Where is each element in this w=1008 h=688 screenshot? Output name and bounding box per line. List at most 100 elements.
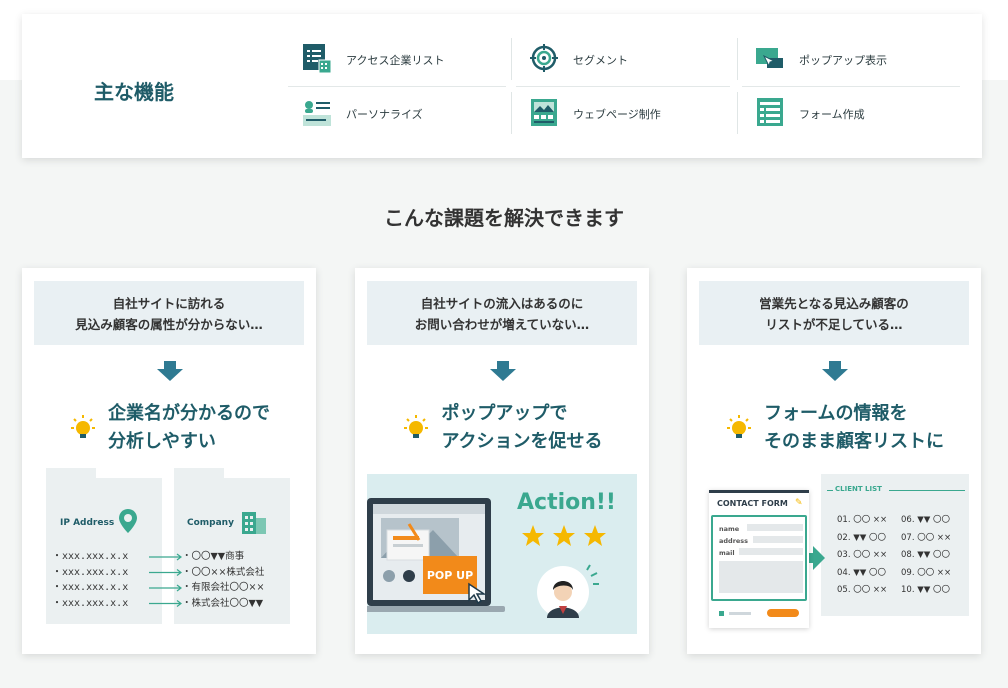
feature-label: アクセス企業リスト	[346, 54, 445, 67]
stars-icon	[522, 525, 606, 546]
webpage-icon	[529, 96, 559, 132]
client-item: 03. 〇〇 ××	[837, 550, 888, 560]
client-item: 02. ▼▼ 〇〇	[837, 532, 886, 543]
features-title: 主な機能	[94, 80, 174, 104]
feature-popup: ポップアップ表示	[755, 40, 887, 80]
feature-form: フォーム作成	[755, 94, 865, 134]
divider	[511, 38, 512, 80]
popup-icon	[755, 42, 785, 78]
lightbulb-icon	[71, 415, 95, 438]
profile-card-icon	[302, 96, 332, 132]
client-item: 04. ▼▼ 〇〇	[837, 567, 886, 578]
ip-item: ・xxx.xxx.x.x	[52, 597, 129, 609]
problem-text: 自社サイトに訪れる	[112, 296, 226, 311]
benefit-text: フォームの情報を	[764, 403, 908, 424]
submit-button[interactable]	[767, 609, 799, 617]
contact-form: CONTACT FORM ✎ name address mail	[709, 490, 809, 628]
problem-text: リストが不足している…	[765, 317, 903, 332]
problem-box: 自社サイトに訪れる 見込み顧客の属性が分からない…	[34, 281, 304, 345]
ip-item: ・xxx.xxx.x.x	[52, 566, 129, 578]
company-list: ・〇〇▼▼商事 ・〇〇××株式会社 ・有限会社〇〇×× ・株式会社〇〇▼▼	[182, 549, 264, 611]
client-item: 07. 〇〇 ××	[901, 532, 952, 543]
feature-label: ポップアップ表示	[799, 54, 887, 67]
ip-item: ・xxx.xxx.x.x	[52, 582, 129, 593]
form-to-list-illustration: CLIENT LIST 01. 〇〇 ×× 02. ▼▼ 〇〇 03. 〇〇 ×…	[699, 474, 969, 634]
client-item: 10. ▼▼ 〇〇	[901, 585, 950, 595]
benefit-text: そのまま顧客リストに	[764, 431, 944, 452]
company-title: Company	[187, 518, 234, 528]
ip-to-company-illustration: IP Address Company ・xxx.xxx.x.x ・xxx.xxx…	[34, 468, 304, 634]
solution-card: 自社サイトに訪れる 見込み顧客の属性が分からない… 企業名が分かるので 分析しや…	[22, 268, 316, 654]
feature-label: フォーム作成	[799, 108, 865, 121]
benefit: フォームの情報を そのまま顧客リストに	[687, 400, 981, 456]
solution-card: 営業先となる見込み顧客の リストが不足している… フォームの情報を そのまま顧客…	[687, 268, 981, 654]
ip-item: ・xxx.xxx.x.x	[52, 551, 129, 562]
feature-segment: セグメント	[529, 40, 628, 80]
client-item: 01. 〇〇 ××	[837, 515, 888, 525]
benefit-text: アクションを促せる	[441, 431, 603, 452]
form-field-label: address	[719, 537, 749, 545]
company-item: ・〇〇▼▼商事	[182, 551, 245, 562]
client-item: 06. ▼▼ 〇〇	[901, 515, 950, 525]
feature-label: セグメント	[573, 54, 628, 67]
mail-input[interactable]	[739, 548, 803, 555]
benefit-text: 分析しやすい	[108, 431, 216, 452]
form-icon	[755, 96, 785, 132]
client-item: 05. 〇〇 ××	[837, 585, 888, 595]
problem-text: お問い合わせが増えていない…	[414, 317, 590, 332]
benefit-text: ポップアップで	[441, 403, 568, 424]
problem-text: 営業先となる見込み顧客の	[759, 296, 909, 311]
problem-box: 自社サイトの流入はあるのに お問い合わせが増えていない…	[367, 281, 637, 345]
address-input[interactable]	[753, 536, 803, 543]
divider	[737, 92, 738, 134]
client-list-title: CLIENT LIST	[835, 485, 882, 493]
map-pin-icon	[119, 509, 137, 533]
problem-text: 見込み顧客の属性が分からない…	[75, 317, 263, 332]
benefit: 企業名が分かるので 分析しやすい	[22, 400, 316, 456]
target-icon	[529, 42, 559, 78]
name-input[interactable]	[747, 524, 803, 531]
arrows-icon	[149, 553, 182, 607]
company-list-icon	[302, 42, 332, 78]
lightbulb-icon	[404, 415, 429, 438]
cursor-icon	[468, 582, 487, 604]
down-arrow-icon	[490, 361, 516, 381]
client-item: 09. 〇〇 ××	[901, 567, 952, 578]
checkbox[interactable]	[719, 611, 724, 616]
divider	[288, 86, 506, 87]
feature-label: パーソナライズ	[346, 108, 423, 121]
section-title: こんな課題を解決できます	[384, 206, 624, 230]
action-text: Action!!	[517, 490, 616, 515]
problem-box: 営業先となる見込み顧客の リストが不足している…	[699, 281, 969, 345]
solution-card: 自社サイトの流入はあるのに お問い合わせが増えていない… ポップアップで アクシ…	[355, 268, 649, 654]
ip-list: ・xxx.xxx.x.x ・xxx.xxx.x.x ・xxx.xxx.x.x ・…	[52, 549, 128, 611]
benefit: ポップアップで アクションを促せる	[355, 400, 649, 456]
feature-label: ウェブページ制作	[573, 108, 661, 121]
company-item: ・有限会社〇〇××	[182, 582, 265, 593]
benefit-text: 企業名が分かるので	[108, 403, 270, 424]
form-field-label: name	[719, 525, 740, 533]
message-input[interactable]	[719, 561, 803, 593]
divider	[511, 92, 512, 134]
company-item: ・〇〇××株式会社	[182, 566, 265, 578]
feature-webpage: ウェブページ制作	[529, 94, 661, 134]
building-icon	[242, 512, 266, 534]
lightbulb-icon	[727, 415, 751, 438]
person-icon	[537, 564, 599, 618]
features-panel: 主な機能 アクセス企業リスト セグメント ポップアップ表示 パーソナライズ ウェ…	[22, 14, 982, 158]
client-item: 08. ▼▼ 〇〇	[901, 550, 950, 560]
divider	[742, 86, 960, 87]
pencil-icon: ✎	[795, 498, 803, 508]
feature-company-list: アクセス企業リスト	[302, 40, 444, 80]
popup-illustration: POP UP Action!!	[367, 474, 637, 634]
company-item: ・株式会社〇〇▼▼	[182, 597, 264, 609]
feature-personalize: パーソナライズ	[302, 94, 423, 134]
form-title: CONTACT FORM	[717, 499, 788, 508]
down-arrow-icon	[157, 361, 183, 381]
divider	[737, 38, 738, 80]
client-list-left: 01. 〇〇 ×× 02. ▼▼ 〇〇 03. 〇〇 ×× 04. ▼▼ 〇〇 …	[837, 512, 887, 600]
divider	[516, 86, 730, 87]
ip-title: IP Address	[60, 518, 115, 528]
problem-text: 自社サイトの流入はあるのに	[420, 296, 584, 311]
client-list-right: 06. ▼▼ 〇〇 07. 〇〇 ×× 08. ▼▼ 〇〇 09. 〇〇 ×× …	[901, 512, 951, 600]
